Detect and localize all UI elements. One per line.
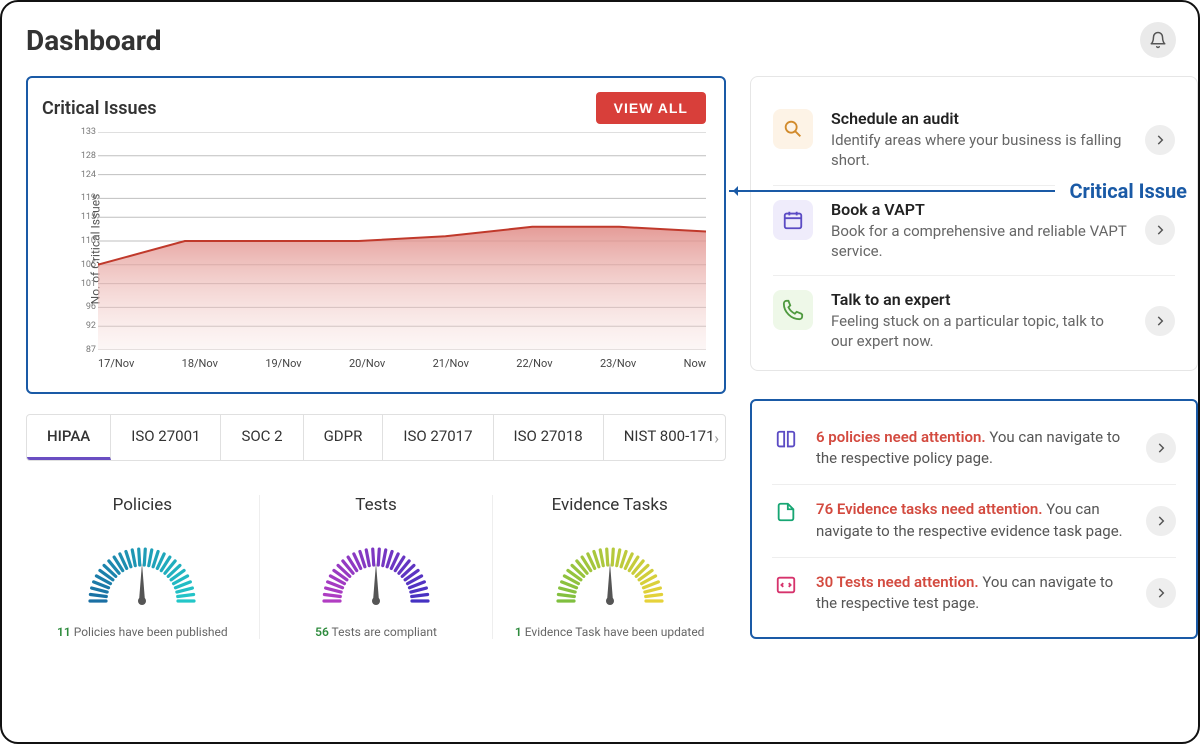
x-tick-label: 23/Nov bbox=[600, 357, 636, 370]
chevron-right-icon[interactable]: › bbox=[714, 428, 719, 447]
critical-issues-title: Critical Issues bbox=[42, 98, 157, 119]
y-tick-label: 119 bbox=[81, 193, 96, 203]
quick-actions-card: Schedule an audit Identify areas where y… bbox=[750, 76, 1198, 371]
gauge-policies: Policies 11 Policies have been published bbox=[26, 495, 259, 639]
action-subtitle: Book for a comprehensive and reliable VA… bbox=[831, 221, 1127, 262]
y-tick-label: 128 bbox=[81, 151, 96, 161]
arrow-right-icon[interactable] bbox=[1146, 506, 1176, 536]
action-title: Talk to an expert bbox=[831, 290, 1127, 309]
action-title: Book a VAPT bbox=[831, 200, 1127, 219]
x-tick-label: Now bbox=[684, 357, 706, 370]
gauge-caption: 1 Evidence Task have been updated bbox=[493, 625, 726, 639]
gauge-evidence-tasks: Evidence Tasks 1 Evidence Task have been … bbox=[492, 495, 726, 639]
calendar-icon bbox=[773, 200, 813, 240]
attention-text: 30 Tests need attention. You can navigat… bbox=[816, 572, 1130, 616]
attention-card: 6 policies need attention. You can navig… bbox=[750, 399, 1198, 640]
bell-icon bbox=[1149, 31, 1167, 49]
gauge-caption: 56 Tests are compliant bbox=[260, 625, 493, 639]
arrow-right-icon[interactable] bbox=[1145, 125, 1175, 155]
x-tick-label: 18/Nov bbox=[182, 357, 218, 370]
book-icon bbox=[772, 427, 800, 471]
x-tick-label: 21/Nov bbox=[433, 357, 469, 370]
critical-issues-chart bbox=[98, 132, 706, 350]
arrow-right-icon[interactable] bbox=[1145, 215, 1175, 245]
evidence-attention-row[interactable]: 76 Evidence tasks need attention. You ca… bbox=[772, 485, 1176, 558]
tab-nist-800-171[interactable]: NIST 800-171 bbox=[604, 415, 726, 460]
y-tick-label: 110 bbox=[81, 236, 96, 246]
action-subtitle: Feeling stuck on a particular topic, tal… bbox=[831, 311, 1127, 352]
arrow-right-icon[interactable] bbox=[1146, 433, 1176, 463]
y-tick-label: 105 bbox=[81, 260, 96, 270]
standards-tabs: HIPAAISO 27001SOC 2GDPRISO 27017ISO 2701… bbox=[26, 414, 726, 461]
gauge-title: Tests bbox=[260, 495, 493, 515]
y-tick-label: 87 bbox=[86, 345, 96, 355]
y-tick-label: 133 bbox=[81, 127, 96, 137]
view-all-button[interactable]: VIEW ALL bbox=[596, 92, 706, 124]
gauge-tests: Tests 56 Tests are compliant bbox=[259, 495, 493, 639]
code-icon bbox=[772, 572, 800, 616]
gauge-caption: 11 Policies have been published bbox=[26, 625, 259, 639]
talk-to-expert-row[interactable]: Talk to an expert Feeling stuck on a par… bbox=[773, 276, 1175, 366]
schedule-audit-row[interactable]: Schedule an audit Identify areas where y… bbox=[773, 95, 1175, 186]
policies-attention-row[interactable]: 6 policies need attention. You can navig… bbox=[772, 413, 1176, 486]
tab-hipaa[interactable]: HIPAA bbox=[27, 415, 111, 460]
arrow-right-icon[interactable] bbox=[1146, 578, 1176, 608]
y-tick-label: 115 bbox=[81, 212, 96, 222]
notifications-button[interactable] bbox=[1140, 22, 1176, 58]
page-title: Dashboard bbox=[26, 24, 162, 57]
gauge-title: Policies bbox=[26, 495, 259, 515]
book-vapt-row[interactable]: Book a VAPT Book for a comprehensive and… bbox=[773, 186, 1175, 277]
attention-text: 6 policies need attention. You can navig… bbox=[816, 427, 1130, 471]
x-tick-label: 22/Nov bbox=[516, 357, 552, 370]
tab-iso-27001[interactable]: ISO 27001 bbox=[111, 415, 221, 460]
x-tick-label: 17/Nov bbox=[98, 357, 134, 370]
tab-iso-27018[interactable]: ISO 27018 bbox=[494, 415, 604, 460]
y-tick-label: 96 bbox=[86, 302, 96, 312]
tab-iso-27017[interactable]: ISO 27017 bbox=[383, 415, 493, 460]
search-icon bbox=[773, 109, 813, 149]
y-tick-label: 124 bbox=[81, 170, 96, 180]
action-subtitle: Identify areas where your business is fa… bbox=[831, 130, 1127, 171]
action-title: Schedule an audit bbox=[831, 109, 1127, 128]
tab-soc-2[interactable]: SOC 2 bbox=[221, 415, 303, 460]
document-icon bbox=[772, 499, 800, 543]
y-tick-label: 92 bbox=[86, 321, 96, 331]
critical-issues-card: Critical Issues VIEW ALL No. of Critical… bbox=[26, 76, 726, 394]
y-tick-label: 101 bbox=[81, 279, 96, 289]
attention-text: 76 Evidence tasks need attention. You ca… bbox=[816, 499, 1130, 543]
tests-attention-row[interactable]: 30 Tests need attention. You can navigat… bbox=[772, 558, 1176, 630]
x-tick-label: 20/Nov bbox=[349, 357, 385, 370]
phone-icon bbox=[773, 290, 813, 330]
tab-gdpr[interactable]: GDPR bbox=[304, 415, 384, 460]
gauge-title: Evidence Tasks bbox=[493, 495, 726, 515]
x-tick-label: 19/Nov bbox=[265, 357, 301, 370]
arrow-right-icon[interactable] bbox=[1145, 306, 1175, 336]
